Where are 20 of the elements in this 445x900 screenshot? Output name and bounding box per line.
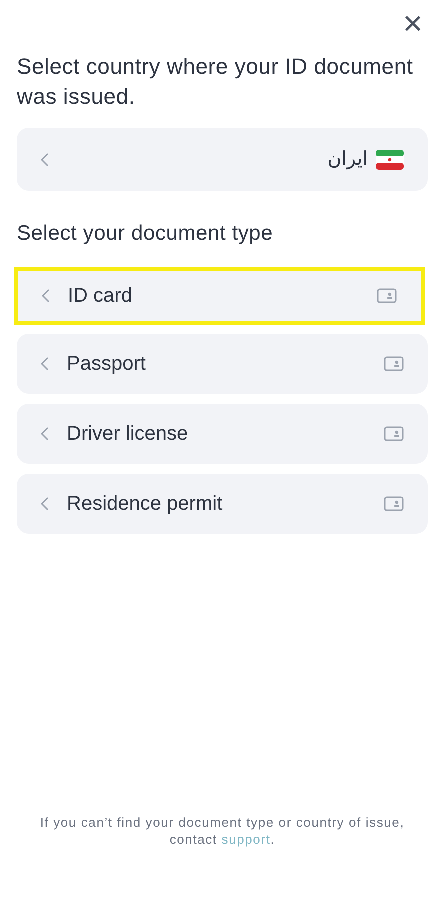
document-type-option[interactable]: ID card <box>14 267 425 325</box>
id-card-icon <box>384 426 404 442</box>
document-type-option[interactable]: Driver license <box>17 404 428 464</box>
page-title: Select country where your ID document was issued. <box>17 53 414 111</box>
chevron-left-icon <box>42 289 50 303</box>
id-card-icon <box>377 288 397 304</box>
id-card-icon <box>384 496 404 512</box>
chevron-left-icon <box>41 427 49 441</box>
chevron-left-icon <box>41 152 49 166</box>
section-title: Select your document type <box>17 221 274 247</box>
document-type-option[interactable]: Residence permit <box>17 474 428 534</box>
help-text: If you can’t find your document type or country of issue, contact support. <box>39 814 406 848</box>
chevron-left-icon <box>41 497 49 511</box>
chevron-left-icon <box>41 357 49 371</box>
id-card-icon <box>384 356 404 372</box>
close-button[interactable]: × <box>397 8 429 40</box>
flag-icon <box>376 150 404 170</box>
country-selector[interactable]: ایران <box>17 128 428 191</box>
document-type-option[interactable]: Passport <box>17 334 428 394</box>
country-name: ایران <box>328 147 368 172</box>
